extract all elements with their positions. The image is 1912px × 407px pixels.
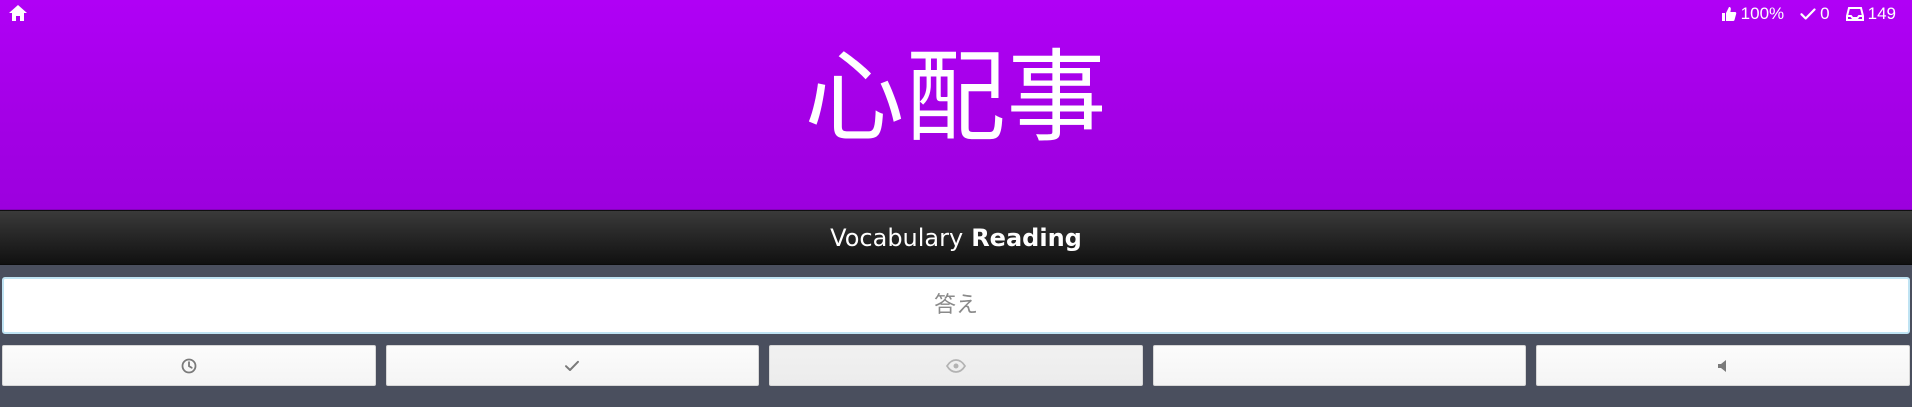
audio-button[interactable] [1536, 345, 1910, 386]
item-info-button[interactable] [769, 345, 1143, 386]
submit-answer-button[interactable] [385, 345, 760, 386]
question-category: Vocabulary [830, 223, 964, 252]
clock-icon [180, 357, 198, 375]
eye-icon [945, 358, 966, 373]
page-footer-strip [0, 386, 1912, 407]
question-type: Reading [971, 223, 1082, 252]
remaining-count-value: 149 [1867, 4, 1896, 23]
accuracy-value: 100% [1740, 4, 1785, 23]
home-button[interactable] [7, 5, 29, 25]
checkmark-icon [564, 359, 580, 373]
review-stats: 100% 0 149 [1720, 4, 1896, 24]
speaker-icon [1717, 359, 1729, 373]
review-app: 100% 0 149 心配事 Vocabulary Reading 答え [0, 0, 1912, 407]
correct-count-stat: 0 [1800, 4, 1830, 24]
review-character: 心配事 [804, 39, 1108, 156]
last-items-button[interactable] [2, 345, 376, 386]
accuracy-stat: 100% [1720, 4, 1784, 24]
inbox-icon [1845, 7, 1864, 21]
review-header: 100% 0 149 心配事 [0, 0, 1912, 210]
correct-count-value: 0 [1820, 4, 1830, 23]
answer-field-wrapper [2, 277, 1910, 334]
remaining-count-stat: 149 [1845, 4, 1896, 24]
empty-action-button[interactable] [1152, 345, 1527, 386]
home-icon [8, 4, 28, 26]
review-action-bar [2, 345, 1910, 386]
answer-input[interactable] [4, 279, 1908, 332]
question-type-bar: Vocabulary Reading [0, 210, 1912, 265]
checkmark-icon [1800, 7, 1816, 21]
thumbs-up-icon [1720, 6, 1737, 22]
